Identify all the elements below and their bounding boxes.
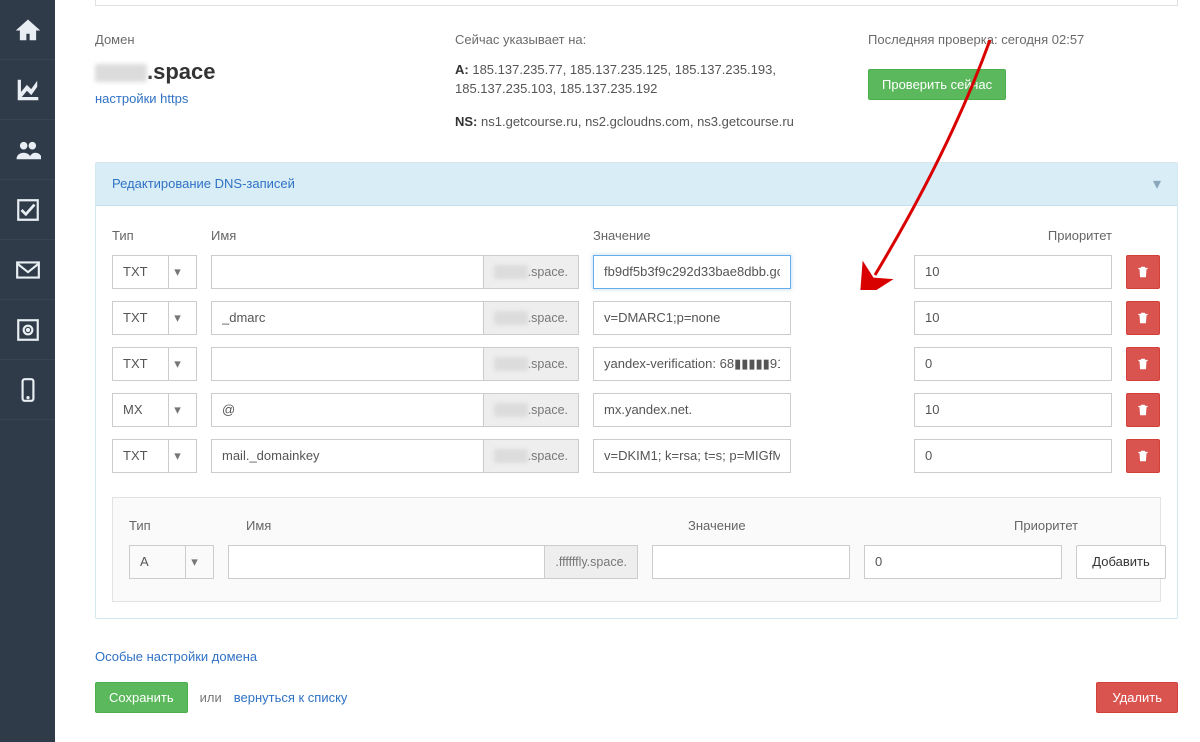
record-value-input[interactable] (593, 393, 791, 427)
delete-record-button[interactable] (1126, 393, 1160, 427)
caret-down-icon: ▾ (168, 394, 186, 426)
record-row: TXT▾ .space. (112, 347, 1161, 381)
or-text: или (200, 690, 222, 705)
record-row: TXT▾ .space. (112, 255, 1161, 289)
record-name-input[interactable] (211, 301, 484, 335)
delete-record-button[interactable] (1126, 439, 1160, 473)
check-square-icon (15, 197, 41, 223)
add-record-section: Тип Имя Значение Приоритет A ▾ (112, 497, 1161, 602)
sidebar (0, 0, 55, 742)
last-check-label: Последняя проверка: сегодня 02:57 (868, 32, 1178, 47)
record-name-suffix: .space. (484, 347, 579, 381)
record-priority-input[interactable] (914, 347, 1112, 381)
caret-down-icon: ▾ (168, 302, 186, 334)
record-value-input[interactable] (593, 301, 791, 335)
mobile-icon (15, 377, 41, 403)
save-button[interactable]: Сохранить (95, 682, 188, 713)
dns-panel: Редактирование DNS-записей ▾ Тип Имя Зна… (95, 162, 1178, 619)
ns-records: NS: ns1.getcourse.ru, ns2.gcloudns.com, … (455, 113, 828, 132)
add-priority-input[interactable] (864, 545, 1062, 579)
mail-icon (15, 257, 41, 283)
record-name-input[interactable] (211, 347, 484, 381)
record-name-input[interactable] (211, 393, 484, 427)
https-settings-link[interactable]: настройки https (95, 91, 415, 106)
record-name-suffix: .space. (484, 255, 579, 289)
delete-record-button[interactable] (1126, 347, 1160, 381)
add-name-suffix: .ffffffly.space. (545, 545, 638, 579)
top-card-border (95, 0, 1178, 6)
main-content: Домен ▮▮▮▮.space.space настройки https С… (55, 0, 1200, 742)
record-name-suffix: .space. (484, 301, 579, 335)
col-header-name: Имя (211, 228, 579, 243)
record-name-suffix: .space. (484, 393, 579, 427)
caret-down-icon: ▾ (168, 256, 186, 288)
delete-record-button[interactable] (1126, 301, 1160, 335)
add-type-select[interactable]: A ▾ (129, 545, 214, 579)
record-row: TXT▾ .space. (112, 301, 1161, 335)
pointing-label: Сейчас указывает на: (455, 32, 828, 47)
caret-down-icon: ▾ (168, 440, 186, 472)
nav-mail[interactable] (0, 240, 55, 300)
dns-panel-header[interactable]: Редактирование DNS-записей ▾ (96, 163, 1177, 206)
home-icon (15, 17, 41, 43)
col-header-type: Тип (112, 228, 197, 243)
a-records: A: 185.137.235.77, 185.137.235.125, 185.… (455, 61, 828, 99)
record-type-select[interactable]: TXT▾ (112, 347, 197, 381)
delete-record-button[interactable] (1126, 255, 1160, 289)
special-settings-link[interactable]: Особые настройки домена (95, 649, 257, 664)
record-priority-input[interactable] (914, 301, 1112, 335)
record-row: MX▾ .space. (112, 393, 1161, 427)
record-type-select[interactable]: TXT▾ (112, 301, 197, 335)
record-value-input[interactable] (593, 347, 791, 381)
add-header-prio: Приоритет (1014, 518, 1144, 533)
col-header-prio: Приоритет (1048, 228, 1112, 243)
record-row: TXT▾ .space. (112, 439, 1161, 473)
nav-mobile[interactable] (0, 360, 55, 420)
delete-domain-button[interactable]: Удалить (1096, 682, 1178, 713)
add-header-name: Имя (246, 518, 656, 533)
record-priority-input[interactable] (914, 393, 1112, 427)
add-header-type: Тип (129, 518, 214, 533)
record-value-input[interactable] (593, 255, 791, 289)
record-name-suffix: .space. (484, 439, 579, 473)
caret-down-icon: ▾ (185, 546, 203, 578)
domain-label: Домен (95, 32, 415, 47)
record-name-input[interactable] (211, 439, 484, 473)
users-icon (15, 137, 41, 163)
record-priority-input[interactable] (914, 439, 1112, 473)
nav-analytics[interactable] (0, 60, 55, 120)
dns-panel-title: Редактирование DNS-записей (112, 176, 295, 191)
back-to-list-link[interactable]: вернуться к списку (234, 690, 348, 705)
add-name-input[interactable] (228, 545, 545, 579)
add-record-button[interactable]: Добавить (1076, 545, 1166, 579)
nav-home[interactable] (0, 0, 55, 60)
domain-name: ▮▮▮▮.space.space (95, 59, 415, 85)
chart-icon (15, 77, 41, 103)
nav-safe[interactable] (0, 300, 55, 360)
record-type-select[interactable]: TXT▾ (112, 255, 197, 289)
record-value-input[interactable] (593, 439, 791, 473)
check-now-button[interactable]: Проверить сейчас (868, 69, 1006, 100)
record-type-select[interactable]: TXT▾ (112, 439, 197, 473)
record-name-input[interactable] (211, 255, 484, 289)
col-header-value: Значение (593, 228, 1034, 243)
chevron-down-icon: ▾ (1153, 174, 1161, 194)
caret-down-icon: ▾ (168, 348, 186, 380)
nav-users[interactable] (0, 120, 55, 180)
add-value-input[interactable] (652, 545, 850, 579)
add-header-value: Значение (688, 518, 982, 533)
safe-icon (15, 317, 41, 343)
record-type-select[interactable]: MX▾ (112, 393, 197, 427)
record-priority-input[interactable] (914, 255, 1112, 289)
nav-approve[interactable] (0, 180, 55, 240)
